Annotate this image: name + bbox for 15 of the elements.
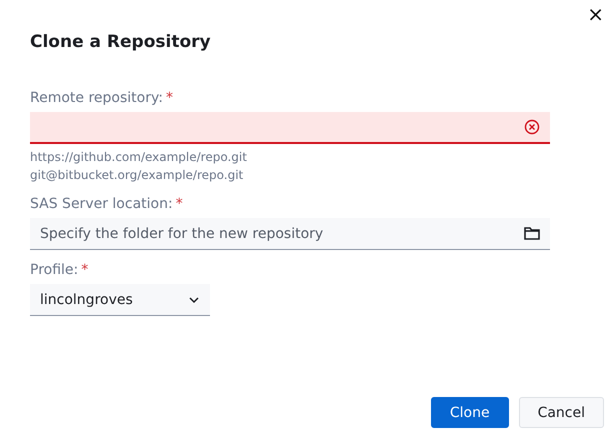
hint-text: git@bitbucket.org/example/repo.git [30,167,244,184]
close-button[interactable]: × [583,4,608,24]
input-field[interactable]: Specify the folder for the new repository [30,218,550,250]
profile-dropdown[interactable]: lincolngroves [30,284,210,316]
field-label: Remote repository: * [30,90,174,106]
input-field[interactable] [30,112,550,144]
clone-button[interactable]: Clone [430,397,509,428]
error-icon [524,119,540,135]
caret-icon [188,296,200,304]
folder-icon[interactable] [524,226,540,240]
dialog-title: Clone a Repository [30,32,212,52]
field-label: Profile: * [30,262,90,278]
field-label: SAS Server location: * [30,196,184,212]
hint-text: https://github.com/example/repo.git [30,149,248,166]
cancel-button[interactable]: Cancel [518,397,604,428]
